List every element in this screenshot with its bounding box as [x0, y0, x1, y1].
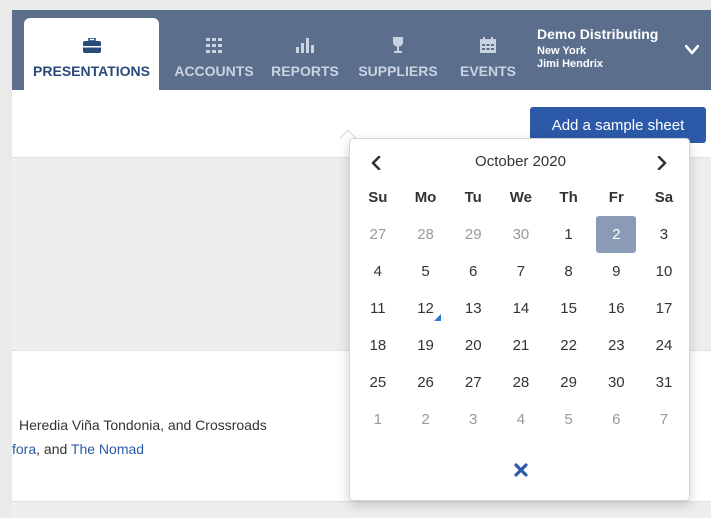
calendar-day[interactable]: 4 [354, 253, 402, 290]
weekday-header: Tu [464, 189, 482, 206]
calendar-day[interactable]: 21 [497, 327, 545, 364]
calendar-day[interactable]: 22 [545, 327, 593, 364]
calendar-day[interactable]: 27 [354, 216, 402, 253]
wine-glass-icon [389, 37, 407, 53]
calendar-day[interactable]: 2 [596, 216, 637, 253]
tab-events[interactable]: EVENTS [454, 18, 522, 90]
calendar-day[interactable]: 19 [402, 327, 450, 364]
account-location: New York [537, 45, 587, 57]
calendar-day[interactable]: 15 [545, 290, 593, 327]
tab-label: PRESENTATIONS [33, 63, 150, 79]
weekday-header: Sa [654, 189, 674, 206]
tab-label: EVENTS [459, 63, 516, 79]
calendar-day[interactable]: 29 [449, 216, 497, 253]
close-icon[interactable] [510, 459, 532, 481]
calendar-day[interactable]: 30 [592, 364, 640, 401]
calendar-day[interactable]: 17 [640, 290, 688, 327]
briefcase-icon [82, 37, 101, 53]
calendar-day[interactable]: 6 [592, 401, 640, 438]
tab-label: ACCOUNTS [174, 63, 254, 79]
calendar-day[interactable]: 1 [354, 401, 402, 438]
calendar-day[interactable]: 28 [402, 216, 450, 253]
card-line-2-text: , and [36, 441, 71, 457]
tab-reports[interactable]: REPORTS [265, 18, 345, 90]
event-marker [434, 314, 442, 321]
card-line-1: Heredia Viña Tondonia, and Crossroads [19, 417, 267, 433]
calendar-day[interactable]: 28 [497, 364, 545, 401]
calendar-day[interactable]: 29 [545, 364, 593, 401]
tab-suppliers[interactable]: SUPPLIERS [350, 18, 446, 90]
calendar-day[interactable]: 14 [497, 290, 545, 327]
calendar-day[interactable]: 18 [354, 327, 402, 364]
calendar-day[interactable]: 16 [592, 290, 640, 327]
app-window: PRESENTATIONS ACCOUNTS REPORTS SUPPLIERS [12, 10, 711, 518]
date-picker-popover: October 2020 Su Mo Tu We Th Fr Sa 27 28 29 30 1 2 3 4 5… [349, 138, 690, 501]
calendar-day[interactable]: 4 [497, 401, 545, 438]
tab-label: SUPPLIERS [358, 63, 438, 79]
calendar-day[interactable]: 23 [592, 327, 640, 364]
weekday-header: Mo [414, 189, 437, 206]
calendar-day[interactable]: 10 [640, 253, 688, 290]
tab-presentations[interactable]: PRESENTATIONS [24, 18, 159, 90]
account-user: Jimi Hendrix [537, 58, 604, 70]
calendar-grid: Su Mo Tu We Th Fr Sa 27 28 29 30 1 2 3 4 5 6 7 8 9 10 11 12 13 1… [354, 179, 688, 438]
calendar-day[interactable]: 24 [640, 327, 688, 364]
card-line-2: fora, and The Nomad [12, 437, 392, 461]
chevron-right-icon[interactable] [650, 151, 674, 175]
calendar-day[interactable]: 7 [497, 253, 545, 290]
calendar-day[interactable]: 5 [402, 253, 450, 290]
grid-icon [205, 37, 223, 53]
weekday-header: Fr [608, 189, 624, 206]
calendar-day[interactable]: 13 [449, 290, 497, 327]
account-switcher[interactable]: Demo Distributing New York Jimi Hendrix [537, 26, 707, 82]
weekday-header: Su [368, 189, 388, 206]
chevron-down-icon[interactable] [684, 42, 700, 60]
calendar-day[interactable]: 5 [545, 401, 593, 438]
calendar-header: October 2020 [350, 147, 691, 179]
calendar-day[interactable]: 8 [545, 253, 593, 290]
weekday-header: Th [559, 189, 578, 206]
calendar-day[interactable]: 6 [449, 253, 497, 290]
calendar-day[interactable]: 7 [640, 401, 688, 438]
calendar-day[interactable]: 25 [354, 364, 402, 401]
link-the-nomad[interactable]: The Nomad [71, 441, 144, 457]
calendar-day[interactable]: 20 [449, 327, 497, 364]
calendar-day[interactable]: 1 [545, 216, 593, 253]
calendar-day[interactable]: 31 [640, 364, 688, 401]
calendar-day[interactable]: 26 [402, 364, 450, 401]
calendar-day[interactable]: 2 [402, 401, 450, 438]
calendar-day[interactable]: 3 [640, 216, 688, 253]
calendar-day[interactable]: 11 [354, 290, 402, 327]
tab-label: REPORTS [271, 63, 339, 79]
account-company: Demo Distributing [537, 26, 659, 42]
window-frame: PRESENTATIONS ACCOUNTS REPORTS SUPPLIERS [0, 0, 711, 518]
calendar-day[interactable]: 27 [449, 364, 497, 401]
tab-accounts[interactable]: ACCOUNTS [169, 18, 259, 90]
calendar-day[interactable]: 9 [592, 253, 640, 290]
bar-chart-icon [296, 37, 314, 53]
calendar-icon [479, 37, 497, 53]
card-description: Heredia Viña Tondonia, and Crossroads fo… [12, 413, 392, 461]
calendar-month-title: October 2020 [475, 153, 566, 170]
link-fora[interactable]: fora [12, 441, 36, 457]
calendar-day[interactable]: 3 [449, 401, 497, 438]
weekday-header: We [509, 189, 533, 206]
calendar-day[interactable]: 30 [497, 216, 545, 253]
top-nav: PRESENTATIONS ACCOUNTS REPORTS SUPPLIERS [12, 10, 711, 90]
calendar-day[interactable]: 12 [402, 290, 450, 327]
